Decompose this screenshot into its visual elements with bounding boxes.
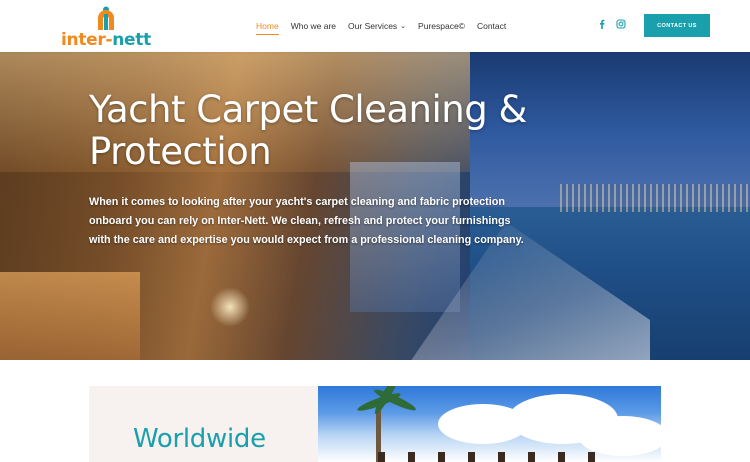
nav-item-our-services[interactable]: Our Services ⌄ xyxy=(348,19,406,35)
contact-us-button[interactable]: CONTACT US xyxy=(644,14,710,37)
nav-item-purespace[interactable]: Purespace© xyxy=(418,19,465,35)
nav-item-who-we-are[interactable]: Who we are xyxy=(291,19,336,35)
hero-image-city-lights xyxy=(560,184,750,212)
hero-description: When it comes to looking after your yach… xyxy=(89,196,524,246)
hero-image-lamp xyxy=(210,287,250,327)
nav-item-home[interactable]: Home xyxy=(256,19,279,35)
photo-cloud xyxy=(578,416,661,456)
photo-team-members xyxy=(378,452,608,462)
hero-title: Yacht Carpet Cleaning & Protection xyxy=(89,88,527,173)
logo-text: inter-nett xyxy=(61,30,151,50)
logo-figure-icon xyxy=(98,6,114,30)
main-nav: Home Who we are Our Services ⌄ Purespace©… xyxy=(256,19,518,35)
section-heading: Worldwide xyxy=(133,424,266,454)
instagram-icon[interactable] xyxy=(614,17,628,31)
nav-item-label: Our Services xyxy=(348,21,398,31)
facebook-icon[interactable] xyxy=(595,17,609,31)
team-photo xyxy=(318,386,661,462)
hero-image-sofa xyxy=(0,272,140,360)
logo[interactable]: inter-nett xyxy=(61,6,151,50)
chevron-down-icon: ⌄ xyxy=(400,23,407,30)
site-header: inter-nett Home Who we are Our Services ⌄… xyxy=(0,0,750,52)
nav-item-contact[interactable]: Contact xyxy=(477,19,506,35)
